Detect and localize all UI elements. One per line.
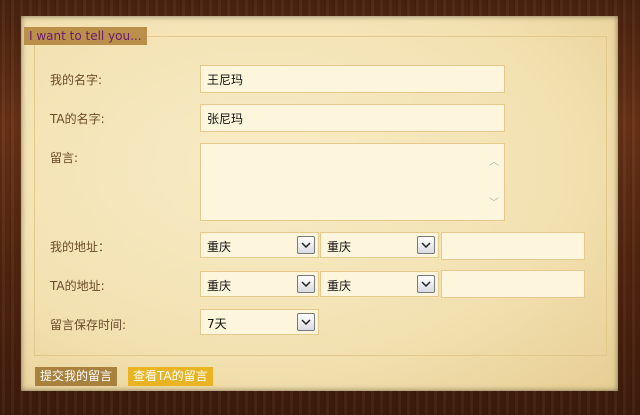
ta-city-select[interactable]: 重庆 [320,271,439,297]
ta-address-detail-input[interactable] [441,270,585,298]
submit-message-button[interactable]: 提交我的留言 [35,367,118,386]
my-name-label: 我的名字: [50,73,103,87]
message-scrollbar[interactable]: ︿ ﹀ [487,145,503,219]
chevron-down-icon[interactable] [297,275,315,293]
scroll-down-icon[interactable]: ﹀ [489,194,499,209]
scroll-up-icon[interactable]: ︿ [489,153,499,168]
my-city-value: 重庆 [327,240,352,254]
form-legend: I want to tell you... [24,27,147,45]
my-address-detail-input[interactable] [441,232,585,260]
my-name-input[interactable] [200,65,505,93]
keep-time-label: 留言保存时间: [50,318,127,332]
my-province-select[interactable]: 重庆 [200,232,319,258]
my-province-value: 重庆 [207,240,232,254]
message-textarea[interactable]: ︿ ﹀ [200,143,505,221]
ta-name-label: TA的名字: [50,112,105,126]
ta-province-value: 重庆 [207,279,232,293]
chevron-down-icon[interactable] [297,236,315,254]
my-city-select[interactable]: 重庆 [320,232,439,258]
my-address-label: 我的地址： [50,240,111,254]
view-ta-message-button[interactable]: 查看TA的留言 [128,367,213,386]
keep-time-select[interactable]: 7天 [200,309,319,335]
message-label: 留言: [50,151,79,165]
keep-time-value: 7天 [207,317,227,331]
ta-city-value: 重庆 [327,279,352,293]
ta-province-select[interactable]: 重庆 [200,271,319,297]
chevron-down-icon[interactable] [417,236,435,254]
chevron-down-icon[interactable] [417,275,435,293]
ta-name-input[interactable] [200,104,505,132]
chevron-down-icon[interactable] [297,313,315,331]
ta-address-label: TA的地址: [50,279,105,293]
